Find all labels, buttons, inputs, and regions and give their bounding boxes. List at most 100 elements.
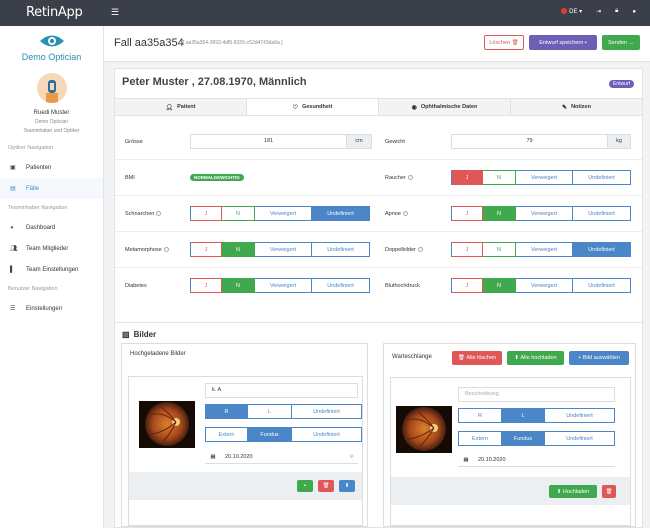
main-content: Fall aa35a354 [ aa35a354-3693-4df5-8155-… xyxy=(104,26,650,528)
schnarchen-option-n[interactable]: N xyxy=(222,206,255,221)
select-image-button[interactable]: + Bild auswählen xyxy=(569,351,629,365)
sidebar-item-team-mitglieder[interactable]: 👥︎ Team Mitglieder xyxy=(0,238,103,259)
clear-icon[interactable]: ⊗ xyxy=(349,454,354,460)
bluthochdruck-option-undefiniert[interactable]: Undefiniert xyxy=(573,278,631,293)
tab-ophthalmische-daten[interactable]: ◉ Ophthalmische Daten xyxy=(379,99,511,115)
apnoe-option-j[interactable]: J xyxy=(451,206,483,221)
raucher-option-verweigert[interactable]: Verweigert xyxy=(516,170,573,185)
info-icon[interactable] xyxy=(156,211,162,217)
tab-patient[interactable]: 👤︎ Patient xyxy=(115,99,247,115)
groesse-input[interactable]: 181 xyxy=(190,134,347,149)
type-option-extern[interactable]: Extern xyxy=(205,427,248,442)
sidebar-item-faelle[interactable]: ▤ Fälle xyxy=(0,178,103,199)
diabetes-option-n[interactable]: N xyxy=(222,278,255,293)
eye-option-l[interactable]: L xyxy=(248,404,292,419)
avatar[interactable] xyxy=(36,73,67,103)
diabetes-option-undefiniert[interactable]: Undefiniert xyxy=(312,278,370,293)
diabetes-segmented: J N Verweigert Undefiniert xyxy=(190,278,370,293)
doppelbilder-option-undefiniert[interactable]: Undefiniert xyxy=(573,242,631,257)
queue-eye-option-l[interactable]: L xyxy=(502,408,545,423)
hamburger-icon[interactable]: ☰ xyxy=(111,7,119,18)
tab-notizen[interactable]: ✎ Notizen xyxy=(511,99,642,115)
raucher-option-j[interactable]: J xyxy=(451,170,483,185)
trash-icon: 🗑︎ xyxy=(605,488,613,495)
bmi-badge: NORMALGEWICHTIG xyxy=(190,174,244,181)
eye-option-r[interactable]: R xyxy=(205,404,248,419)
save-draft-button[interactable]: Entwurf speichern ▪ xyxy=(529,35,597,50)
metamorphose-option-undefiniert[interactable]: Undefiniert xyxy=(312,242,370,257)
bluthochdruck-option-j[interactable]: J xyxy=(451,278,483,293)
sidebar-item-patienten[interactable]: ▣ Patienten xyxy=(0,157,103,178)
raucher-option-undefiniert[interactable]: Undefiniert xyxy=(573,170,631,185)
type-option-fundus[interactable]: Fundus xyxy=(248,427,292,442)
gewicht-input[interactable]: 79 xyxy=(451,134,608,149)
doppelbilder-option-n[interactable]: N xyxy=(483,242,516,257)
metamorphose-option-verweigert[interactable]: Verweigert xyxy=(255,242,312,257)
queue-image-card: Beschreibung R L Undefiniert Extern Fund… xyxy=(390,377,631,526)
queue-eye-option-r[interactable]: R xyxy=(458,408,502,423)
schnarchen-option-verweigert[interactable]: Verweigert xyxy=(255,206,312,221)
delete-all-button[interactable]: 🗑︎ Alle löschen xyxy=(452,351,502,365)
form-row-schnarchen-apnoe: Schnarchen J N Verweigert Undefiniert Ap… xyxy=(115,196,642,232)
info-icon[interactable] xyxy=(407,175,413,181)
sidebar-item-dashboard[interactable]: ◕ Dashboard xyxy=(0,217,103,238)
fundus-image[interactable] xyxy=(139,401,195,448)
app-brand[interactable]: RetinApp xyxy=(26,5,83,20)
queue-type-option-undefiniert[interactable]: Undefiniert xyxy=(545,431,615,446)
groesse-unit: cm xyxy=(346,134,372,149)
user-menu-icon[interactable]: ● xyxy=(632,9,636,15)
metamorphose-segmented: J N Verweigert Undefiniert xyxy=(190,242,370,257)
raucher-option-n[interactable]: N xyxy=(483,170,516,185)
apnoe-label: Apnoe xyxy=(385,211,408,217)
queue-panel: Warteschlange 🗑︎ Alle löschen ⬆ Alle hoc… xyxy=(383,343,636,527)
doppelbilder-option-j[interactable]: J xyxy=(451,242,483,257)
upload-button[interactable]: ⬆ Hochladen xyxy=(549,485,597,498)
logout-icon[interactable]: ⇥ xyxy=(596,8,601,15)
info-icon[interactable] xyxy=(163,247,169,253)
info-icon[interactable] xyxy=(402,211,408,217)
download-image-button[interactable]: ⬇ xyxy=(339,480,355,492)
metamorphose-option-n[interactable]: N xyxy=(222,242,255,257)
queue-delete-button[interactable]: 🗑︎ xyxy=(602,485,616,498)
description-input[interactable]: k. A. xyxy=(205,383,358,398)
doppelbilder-option-verweigert[interactable]: Verweigert xyxy=(516,242,573,257)
lock-icon[interactable]: 🔒︎ xyxy=(615,8,618,15)
type-option-undefiniert[interactable]: Undefiniert xyxy=(292,427,362,442)
uploaded-image-card: k. A. R L Undefiniert Extern Fundus Unde… xyxy=(128,376,363,526)
send-button[interactable]: Senden → xyxy=(602,35,640,50)
queue-type-option-extern[interactable]: Extern xyxy=(458,431,502,446)
eye-option-undefiniert[interactable]: Undefiniert xyxy=(292,404,362,419)
delete-image-button[interactable]: 🗑︎ xyxy=(318,480,334,492)
bluthochdruck-option-n[interactable]: N xyxy=(483,278,516,293)
patient-tabs: 👤︎ Patient ♡ Gesundheit ◉ Ophthalmische Dat… xyxy=(115,98,642,116)
doppelbilder-segmented: J N Verweigert Undefiniert xyxy=(451,242,631,257)
sidebar-item-einstellungen[interactable]: ☰ Einstellungen xyxy=(0,298,103,319)
language-switcher[interactable]: DE ▾ xyxy=(561,8,582,15)
sidebar-logo[interactable]: Demo Optician xyxy=(0,26,103,62)
save-image-button[interactable]: ▪ xyxy=(297,480,313,492)
sliders-icon: ☰ xyxy=(10,306,16,312)
apnoe-option-verweigert[interactable]: Verweigert xyxy=(516,206,573,221)
tab-gesundheit[interactable]: ♡ Gesundheit xyxy=(247,99,379,115)
apnoe-option-undefiniert[interactable]: Undefiniert xyxy=(573,206,631,221)
date-field[interactable]: ▦ 20.10.2020 ⊗ xyxy=(205,450,358,464)
queue-date-field[interactable]: ▦ 20.10.2020 xyxy=(458,453,615,467)
fundus-image[interactable] xyxy=(396,406,452,453)
image-icon: ▨ xyxy=(122,330,130,339)
delete-case-button[interactable]: Löschen 🗑︎ xyxy=(484,35,524,50)
info-icon[interactable] xyxy=(417,247,423,253)
apnoe-option-n[interactable]: N xyxy=(483,206,516,221)
queue-type-option-fundus[interactable]: Fundus xyxy=(502,431,545,446)
sidebar-item-team-einstellungen[interactable]: ▌ Team Einstellungen xyxy=(0,259,103,280)
upload-all-button[interactable]: ⬆ Alle hochladen xyxy=(507,351,564,365)
image-type-segmented: Extern Fundus Undefiniert xyxy=(205,427,362,442)
metamorphose-option-j[interactable]: J xyxy=(190,242,222,257)
bluthochdruck-option-verweigert[interactable]: Verweigert xyxy=(516,278,573,293)
uploaded-images-panel: Hochgeladene Bilder k. A. R L Undefinier… xyxy=(121,343,368,527)
schnarchen-option-j[interactable]: J xyxy=(190,206,222,221)
schnarchen-option-undefiniert[interactable]: Undefiniert xyxy=(312,206,370,221)
queue-eye-option-undefiniert[interactable]: Undefiniert xyxy=(545,408,615,423)
diabetes-option-verweigert[interactable]: Verweigert xyxy=(255,278,312,293)
diabetes-option-j[interactable]: J xyxy=(190,278,222,293)
queue-description-input[interactable]: Beschreibung xyxy=(458,387,615,402)
